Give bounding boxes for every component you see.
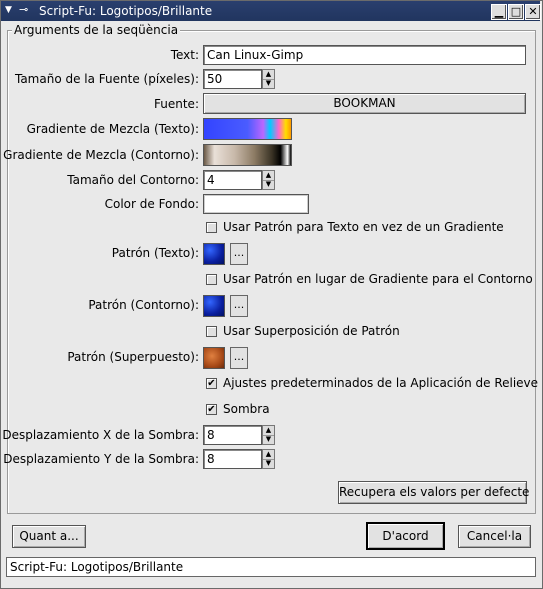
use-overlay-label: Usar Superposición de Patrón [223, 324, 400, 338]
use-pattern-outline-checkbox[interactable] [206, 274, 217, 285]
default-bump-label: Ajustes predeterminados de la Aplicación… [223, 376, 539, 390]
use-pattern-text-checkbox[interactable] [206, 222, 217, 233]
shadow-x-input[interactable]: 8 [203, 425, 262, 445]
maximize-icon[interactable]: □ [508, 4, 524, 20]
pattern-overlay-browse-button[interactable]: ... [230, 347, 248, 369]
bg-color-button[interactable] [203, 194, 309, 214]
pattern-outline-label: Patrón (Contorno): [88, 298, 199, 312]
shadow-y-stepper[interactable]: ▲ ▼ [262, 449, 275, 469]
pattern-text-preview[interactable] [203, 243, 225, 265]
blend-outline-label: Gradiente de Mezcla (Contorno): [3, 148, 199, 162]
font-size-input[interactable]: 50 [203, 69, 262, 89]
window-title: Script-Fu: Logotipos/Brillante [39, 4, 213, 18]
arrow-down-icon[interactable]: ▼ [263, 180, 274, 189]
font-select-button[interactable]: BOOKMAN [203, 93, 526, 114]
blend-outline-gradient-button[interactable] [203, 144, 292, 166]
bg-color-label: Color de Fondo: [104, 197, 199, 211]
pattern-overlay-label: Patrón (Superpuesto): [67, 350, 199, 364]
shadow-label: Sombra [223, 402, 270, 416]
cancel-button[interactable]: Cancel·la [458, 525, 531, 548]
pattern-text-label: Patrón (Texto): [111, 246, 199, 260]
blend-text-gradient-button[interactable] [203, 118, 292, 140]
outline-size-stepper[interactable]: ▲ ▼ [262, 170, 275, 190]
outline-size-label: Tamaño del Contorno: [67, 173, 199, 187]
arrow-down-icon[interactable]: ▼ [263, 79, 274, 88]
pattern-outline-preview[interactable] [203, 295, 225, 317]
reset-defaults-button[interactable]: Recupera els valors per defecte [338, 481, 529, 504]
status-bar: Script-Fu: Logotipos/Brillante [6, 557, 536, 577]
ok-button[interactable]: D'acord [366, 522, 445, 550]
shadow-checkbox[interactable]: ✔ [206, 404, 217, 415]
use-pattern-outline-label: Usar Patrón en lugar de Gradiente para e… [223, 272, 533, 286]
default-bump-checkbox[interactable]: ✔ [206, 378, 217, 389]
shadow-y-label: Desplazamiento Y de la Sombra: [3, 452, 199, 466]
title-bar[interactable]: ▼ ⊸ Script-Fu: Logotipos/Brillante ▁ □ ✕ [1, 1, 541, 21]
close-icon[interactable]: ✕ [525, 4, 541, 20]
pattern-overlay-preview[interactable] [203, 347, 225, 369]
about-button[interactable]: Quant a... [12, 525, 86, 548]
arrow-down-icon[interactable]: ▼ [263, 435, 274, 444]
text-input[interactable]: Can Linux-Gimp [203, 45, 526, 65]
font-size-label: Tamaño de la Fuente (píxeles): [14, 72, 199, 86]
window-menu-icon[interactable]: ▼ [5, 5, 15, 15]
pin-icon[interactable]: ⊸ [19, 3, 35, 17]
arrow-down-icon[interactable]: ▼ [263, 459, 274, 468]
font-size-stepper[interactable]: ▲ ▼ [262, 69, 275, 89]
font-label: Fuente: [154, 97, 199, 111]
shadow-x-stepper[interactable]: ▲ ▼ [262, 425, 275, 445]
shadow-y-input[interactable]: 8 [203, 449, 262, 469]
minimize-icon[interactable]: ▁ [491, 4, 507, 20]
text-label: Text: [170, 48, 199, 62]
use-pattern-text-label: Usar Patrón para Texto en vez de un Grad… [223, 220, 504, 234]
frame-label: Arguments de la seqüència [12, 23, 181, 37]
shadow-x-label: Desplazamiento X de la Sombra: [2, 428, 199, 442]
pattern-text-browse-button[interactable]: ... [230, 243, 248, 265]
blend-text-label: Gradiente de Mezcla (Texto): [26, 122, 199, 136]
use-overlay-checkbox[interactable] [206, 326, 217, 337]
pattern-outline-browse-button[interactable]: ... [230, 295, 248, 317]
outline-size-input[interactable]: 4 [203, 170, 262, 190]
